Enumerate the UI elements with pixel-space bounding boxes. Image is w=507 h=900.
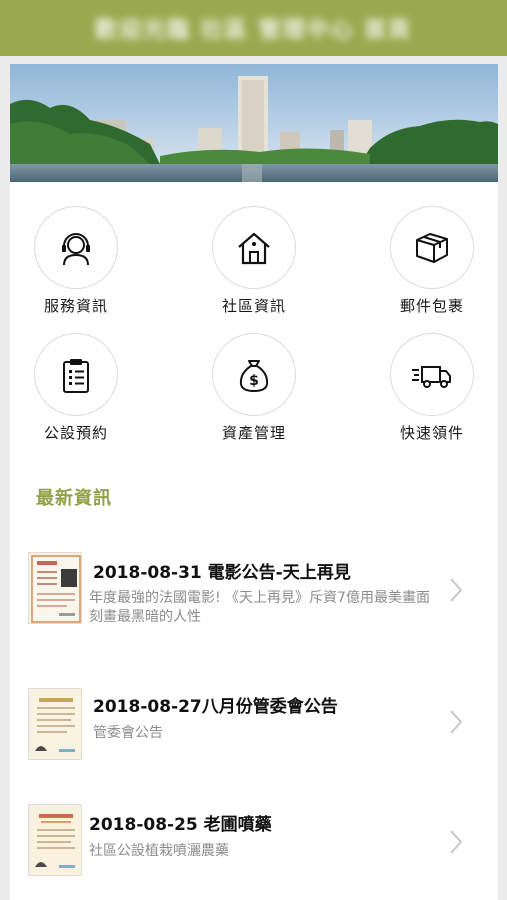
- delivery-truck-icon: [412, 365, 451, 388]
- chevron-right-icon: [450, 578, 463, 602]
- content-card: 服務資訊 社區資訊 郵件包裹 公設預約 $ 資產管理 快速領件 最新資訊 201…: [10, 64, 498, 900]
- news-description: 年度最強的法國電影! 《天上再見》斥資7億用最美畫面刻畫最黑暗的人性: [89, 590, 430, 625]
- menu-service-info[interactable]: 服務資訊: [11, 206, 141, 316]
- news-description: 社區公設植栽噴灑農藥: [89, 843, 229, 859]
- menu-icon-circle: [390, 206, 474, 289]
- menu-icon-circle: $: [212, 333, 296, 416]
- news-thumbnail: [28, 552, 82, 624]
- chevron-right-icon: [450, 830, 463, 854]
- house-icon: [238, 232, 270, 264]
- news-item[interactable]: 2018-08-27八月份管委會公告 管委會公告: [10, 680, 498, 776]
- menu-facility-booking[interactable]: 公設預約: [11, 333, 141, 443]
- menu-mail-package[interactable]: 郵件包裹: [367, 206, 497, 316]
- menu-label: 郵件包裹: [399, 297, 464, 315]
- news-item[interactable]: 2018-08-25 老圃噴藥 社區公設植栽噴灑農藥: [10, 800, 498, 896]
- menu-label: 快速領件: [399, 424, 464, 442]
- chevron-right-icon: [450, 710, 463, 734]
- money-bag-icon: $: [239, 359, 269, 392]
- app-title: 歡迎光臨 社區 管理中心 首頁: [95, 18, 412, 43]
- menu-community-info[interactable]: 社區資訊: [189, 206, 319, 316]
- news-title: 2018-08-31 電影公告-天上再見: [93, 563, 351, 583]
- menu-asset-management[interactable]: $ 資產管理: [189, 333, 319, 443]
- menu-icon-circle: [34, 206, 118, 289]
- menu-quick-pickup[interactable]: 快速領件: [367, 333, 497, 443]
- menu-label: 服務資訊: [43, 297, 108, 315]
- news-item[interactable]: 2018-08-31 電影公告-天上再見 年度最強的法國電影! 《天上再見》斥資…: [10, 544, 498, 640]
- news-thumbnail: [28, 688, 82, 760]
- menu-label: 社區資訊: [221, 297, 286, 315]
- headset-icon: [62, 232, 90, 265]
- news-title: 2018-08-27八月份管委會公告: [93, 697, 338, 717]
- package-icon: [416, 232, 448, 263]
- news-description: 管委會公告: [93, 725, 163, 741]
- news-thumbnail: [28, 804, 82, 876]
- top-bar: 歡迎光臨 社區 管理中心 首頁: [0, 0, 507, 56]
- clipboard-icon: [63, 358, 89, 393]
- menu-icon-circle: [390, 333, 474, 416]
- menu-label: 資產管理: [221, 424, 286, 442]
- menu-icon-circle: [34, 333, 118, 416]
- banner-image: [10, 64, 498, 182]
- menu-grid: 服務資訊 社區資訊 郵件包裹 公設預約 $ 資產管理 快速領件: [10, 206, 498, 442]
- news-title: 2018-08-25 老圃噴藥: [89, 815, 272, 835]
- section-title-latest-news: 最新資訊: [36, 488, 112, 509]
- svg-text:$: $: [249, 373, 259, 389]
- menu-label: 公設預約: [43, 424, 108, 442]
- menu-icon-circle: [212, 206, 296, 289]
